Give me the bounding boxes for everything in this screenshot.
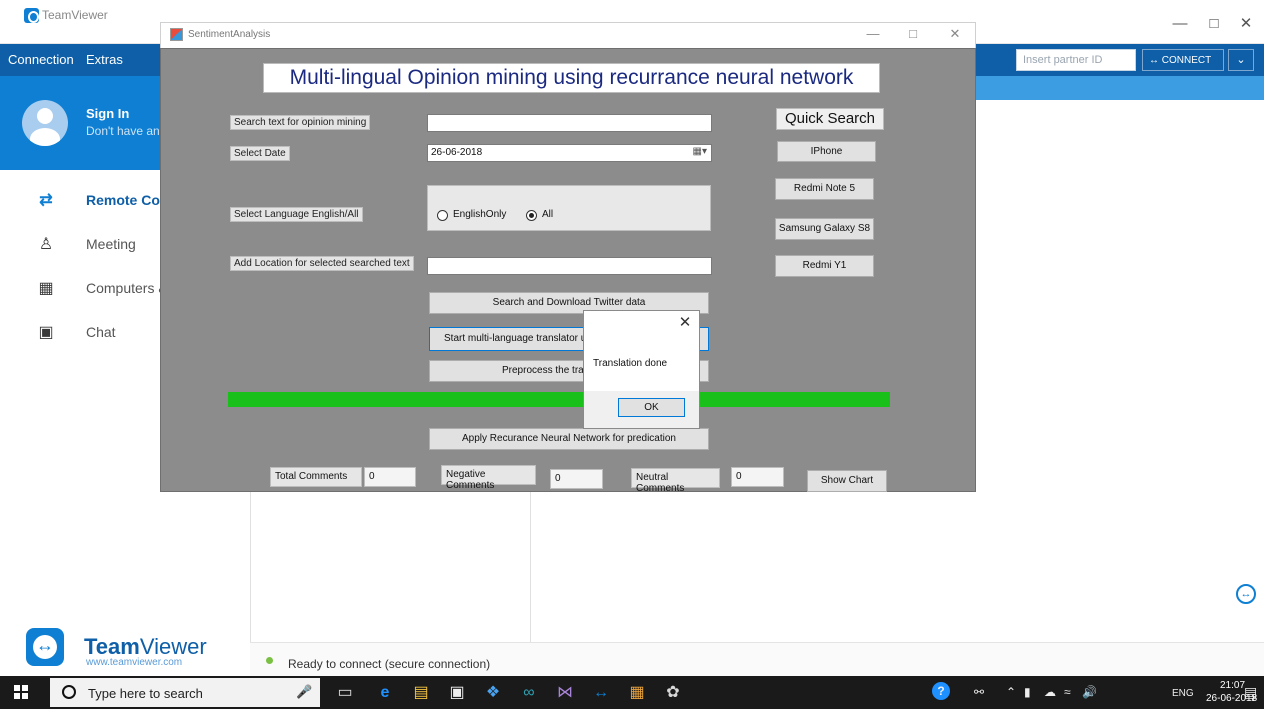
radio-label: All	[542, 209, 554, 220]
quick-search-redmi-note5[interactable]: Redmi Note 5	[775, 178, 874, 200]
quick-search-redmi-y1[interactable]: Redmi Y1	[775, 255, 874, 277]
quick-search-title: Quick Search	[776, 108, 884, 130]
minimize-icon[interactable]: —	[1170, 14, 1190, 34]
contacts-icon: ▦	[38, 280, 54, 297]
cloud-icon[interactable]: ☁	[1044, 685, 1056, 699]
chevron-down-icon[interactable]: ⌄	[1228, 49, 1254, 71]
battery-icon[interactable]: ▮	[1024, 685, 1031, 699]
task-view-icon[interactable]: ▭	[334, 682, 356, 704]
sidebar-item-label: Chat	[86, 324, 116, 340]
app-icon	[170, 28, 183, 41]
help-icon[interactable]: ?	[932, 682, 950, 700]
language-group	[427, 185, 711, 231]
app-window-title: SentimentAnalysis	[188, 29, 271, 40]
wifi-icon[interactable]: ≈	[1064, 685, 1071, 699]
tray-chevron-up-icon[interactable]: ⌃	[1006, 685, 1016, 699]
status-text: Ready to connect (secure connection)	[288, 657, 491, 671]
divider	[530, 492, 531, 642]
file-explorer-icon[interactable]: ▤	[410, 682, 432, 704]
status-dot-icon	[266, 657, 273, 664]
dialog-close-icon[interactable]: ✕	[676, 313, 694, 331]
meeting-icon: ♙	[38, 236, 54, 253]
negative-comments-value: 0	[550, 469, 603, 489]
sidebar-item-meeting[interactable]: ♙ Meeting	[0, 224, 160, 264]
avatar[interactable]	[22, 100, 68, 146]
dialog-message: Translation done	[593, 358, 668, 369]
connect-label: CONNECT	[1161, 55, 1212, 66]
arrows-icon: ⇄	[39, 192, 53, 209]
visual-studio-icon[interactable]: ⋈	[554, 682, 576, 704]
edge-icon[interactable]: e	[374, 682, 396, 704]
progress-bar	[228, 392, 890, 407]
cortana-icon	[62, 685, 76, 699]
sidebar-item-label: Computers & Contacts	[86, 280, 160, 296]
neutral-comments-label: Neutral Comments	[631, 468, 720, 494]
clock-time[interactable]: 21:07	[1220, 680, 1245, 691]
teamviewer-logo-icon	[24, 8, 39, 23]
calendar-dropdown-icon[interactable]: ▦▾	[693, 146, 707, 157]
paint-icon[interactable]: ✿	[662, 682, 684, 704]
show-chart-button[interactable]: Show Chart	[807, 470, 887, 492]
apply-rnn-button[interactable]: Apply Recurance Neural Network for predi…	[429, 428, 709, 450]
signin-link[interactable]: Sign In	[86, 106, 129, 121]
brand-url[interactable]: www.teamviewer.com	[86, 657, 182, 668]
teamviewer-taskbar-icon[interactable]: ↔	[590, 682, 612, 704]
sidebar-item-label: Remote Control	[86, 192, 160, 208]
sidebar-item-label: Meeting	[86, 236, 136, 252]
language-indicator[interactable]: ENG	[1172, 688, 1194, 699]
teamviewer-brand-icon	[26, 628, 64, 666]
signup-hint[interactable]: Don't have an	[86, 124, 160, 138]
taskbar-search-input[interactable]: Type here to search	[88, 686, 203, 701]
app-titlebar	[160, 22, 976, 48]
app-maximize-icon[interactable]: □	[904, 26, 922, 44]
arrows-icon: ↔	[1149, 55, 1162, 66]
windows-start-icon[interactable]	[14, 685, 28, 699]
radio-label: EnglishOnly	[453, 209, 507, 220]
sidebar-item-chat[interactable]: ▣ Chat	[0, 312, 160, 352]
location-label: Add Location for selected searched text	[230, 256, 414, 271]
app-minimize-icon[interactable]: —	[864, 26, 882, 44]
divider	[250, 492, 251, 642]
menu-extras[interactable]: Extras	[86, 52, 123, 67]
radio-english-only[interactable]	[437, 210, 448, 221]
notification-count: 1	[1251, 694, 1256, 703]
teamviewer-float-icon[interactable]: ↔	[1236, 584, 1256, 604]
date-value: 26-06-2018	[431, 147, 483, 158]
sidebar-item-computers[interactable]: ▦ Computers & Contacts	[0, 268, 160, 308]
teamviewer-window-title: TeamViewer	[42, 8, 108, 22]
search-label: Search text for opinion mining	[230, 115, 371, 130]
close-icon[interactable]: ✕	[1236, 14, 1256, 34]
arduino-icon[interactable]: ∞	[518, 682, 540, 704]
volume-icon[interactable]: 🔊	[1082, 685, 1097, 699]
microphone-icon[interactable]: 🎤	[296, 684, 312, 700]
language-label: Select Language English/All	[230, 207, 363, 222]
date-picker[interactable]: 26-06-2018 ▦▾	[427, 144, 712, 162]
location-input[interactable]	[427, 257, 712, 275]
people-icon[interactable]: ⚯	[974, 685, 984, 699]
search-input[interactable]	[427, 114, 712, 132]
quick-search-iphone[interactable]: IPhone	[777, 141, 876, 162]
date-label: Select Date	[230, 146, 290, 161]
store-icon[interactable]: ▣	[446, 682, 468, 704]
chat-icon: ▣	[38, 324, 54, 341]
total-comments-label: Total Comments	[270, 467, 362, 487]
page-title: Multi-lingual Opinion mining using recur…	[263, 63, 880, 93]
negative-comments-label: Negative Comments	[441, 465, 536, 491]
radio-all[interactable]	[526, 210, 537, 221]
ok-button[interactable]: OK	[618, 398, 685, 417]
maximize-icon[interactable]: □	[1204, 14, 1224, 34]
partner-id-input[interactable]: Insert partner ID	[1016, 49, 1136, 71]
sentiment-app-taskbar-icon[interactable]: ▦	[626, 682, 648, 704]
menu-connection[interactable]: Connection	[8, 52, 74, 67]
sidebar-item-remote-control[interactable]: ⇄ Remote Control	[0, 180, 160, 220]
app-close-icon[interactable]: ✕	[946, 26, 964, 44]
dropbox-icon[interactable]: ❖	[482, 682, 504, 704]
connect-button[interactable]: ↔ CONNECT	[1142, 49, 1224, 71]
quick-search-galaxy-s8[interactable]: Samsung Galaxy S8	[775, 218, 874, 240]
header-band	[976, 76, 1264, 100]
neutral-comments-value: 0	[731, 467, 784, 487]
total-comments-value: 0	[364, 467, 416, 487]
